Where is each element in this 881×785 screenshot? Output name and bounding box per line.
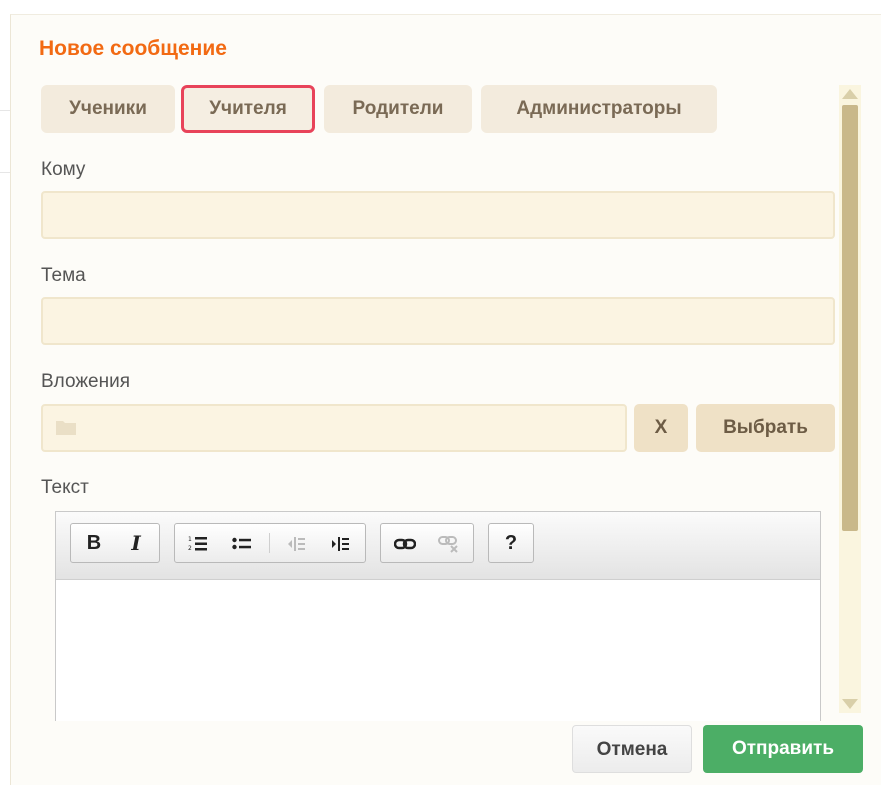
attachments-label: Вложения <box>41 371 130 392</box>
to-input[interactable] <box>41 191 835 239</box>
format-group: B I <box>70 523 160 563</box>
scrollbar-thumb[interactable] <box>842 105 858 531</box>
unlink-button[interactable] <box>429 524 469 562</box>
dialog-title: Новое сообщение <box>39 37 227 60</box>
tab-teachers[interactable]: Учителя <box>181 85 315 133</box>
dialog-scrollbar[interactable] <box>839 85 861 713</box>
tab-parents[interactable]: Родители <box>324 85 472 133</box>
editor-toolbar: B I 1 2 ? <box>56 512 820 580</box>
clear-attachments-button[interactable]: X <box>634 404 688 452</box>
help-button[interactable]: ? <box>493 524 529 562</box>
indent-icon <box>332 536 349 551</box>
send-button[interactable]: Отправить <box>703 725 863 773</box>
bold-button[interactable]: B <box>75 524 113 562</box>
outdent-button[interactable] <box>277 524 315 562</box>
scroll-up-arrow-icon[interactable] <box>842 89 858 99</box>
list-group: 1 2 <box>174 523 366 563</box>
to-label: Кому <box>41 159 86 180</box>
subject-label: Тема <box>41 265 86 286</box>
rich-text-editor: B I 1 2 ? <box>55 511 821 721</box>
italic-button[interactable]: I <box>117 524 155 562</box>
link-button[interactable] <box>385 524 425 562</box>
indent-button[interactable] <box>321 524 359 562</box>
unlink-icon <box>438 535 458 553</box>
svg-text:2: 2 <box>188 545 192 552</box>
outdent-icon <box>288 536 305 551</box>
subject-input[interactable] <box>41 297 835 345</box>
unordered-list-button[interactable] <box>223 524 261 562</box>
toolbar-separator <box>269 533 270 553</box>
link-group <box>380 523 474 563</box>
cancel-button[interactable]: Отмена <box>572 725 692 773</box>
scroll-down-arrow-icon[interactable] <box>842 699 858 709</box>
tab-students[interactable]: Ученики <box>41 85 175 133</box>
ordered-list-button[interactable]: 1 2 <box>179 524 217 562</box>
link-icon <box>393 538 417 549</box>
svg-text:1: 1 <box>188 536 192 543</box>
choose-file-button[interactable]: Выбрать <box>696 404 835 452</box>
unordered-list-icon <box>232 537 251 549</box>
ordered-list-icon: 1 2 <box>188 536 207 552</box>
tab-administrators[interactable]: Администраторы <box>481 85 717 133</box>
message-text-area[interactable] <box>56 581 820 721</box>
folder-icon <box>56 421 76 435</box>
new-message-dialog: Новое сообщение Ученики Учителя Родители… <box>10 14 881 785</box>
attachments-input[interactable] <box>41 404 627 452</box>
text-label: Текст <box>41 477 89 498</box>
help-group: ? <box>488 523 534 563</box>
